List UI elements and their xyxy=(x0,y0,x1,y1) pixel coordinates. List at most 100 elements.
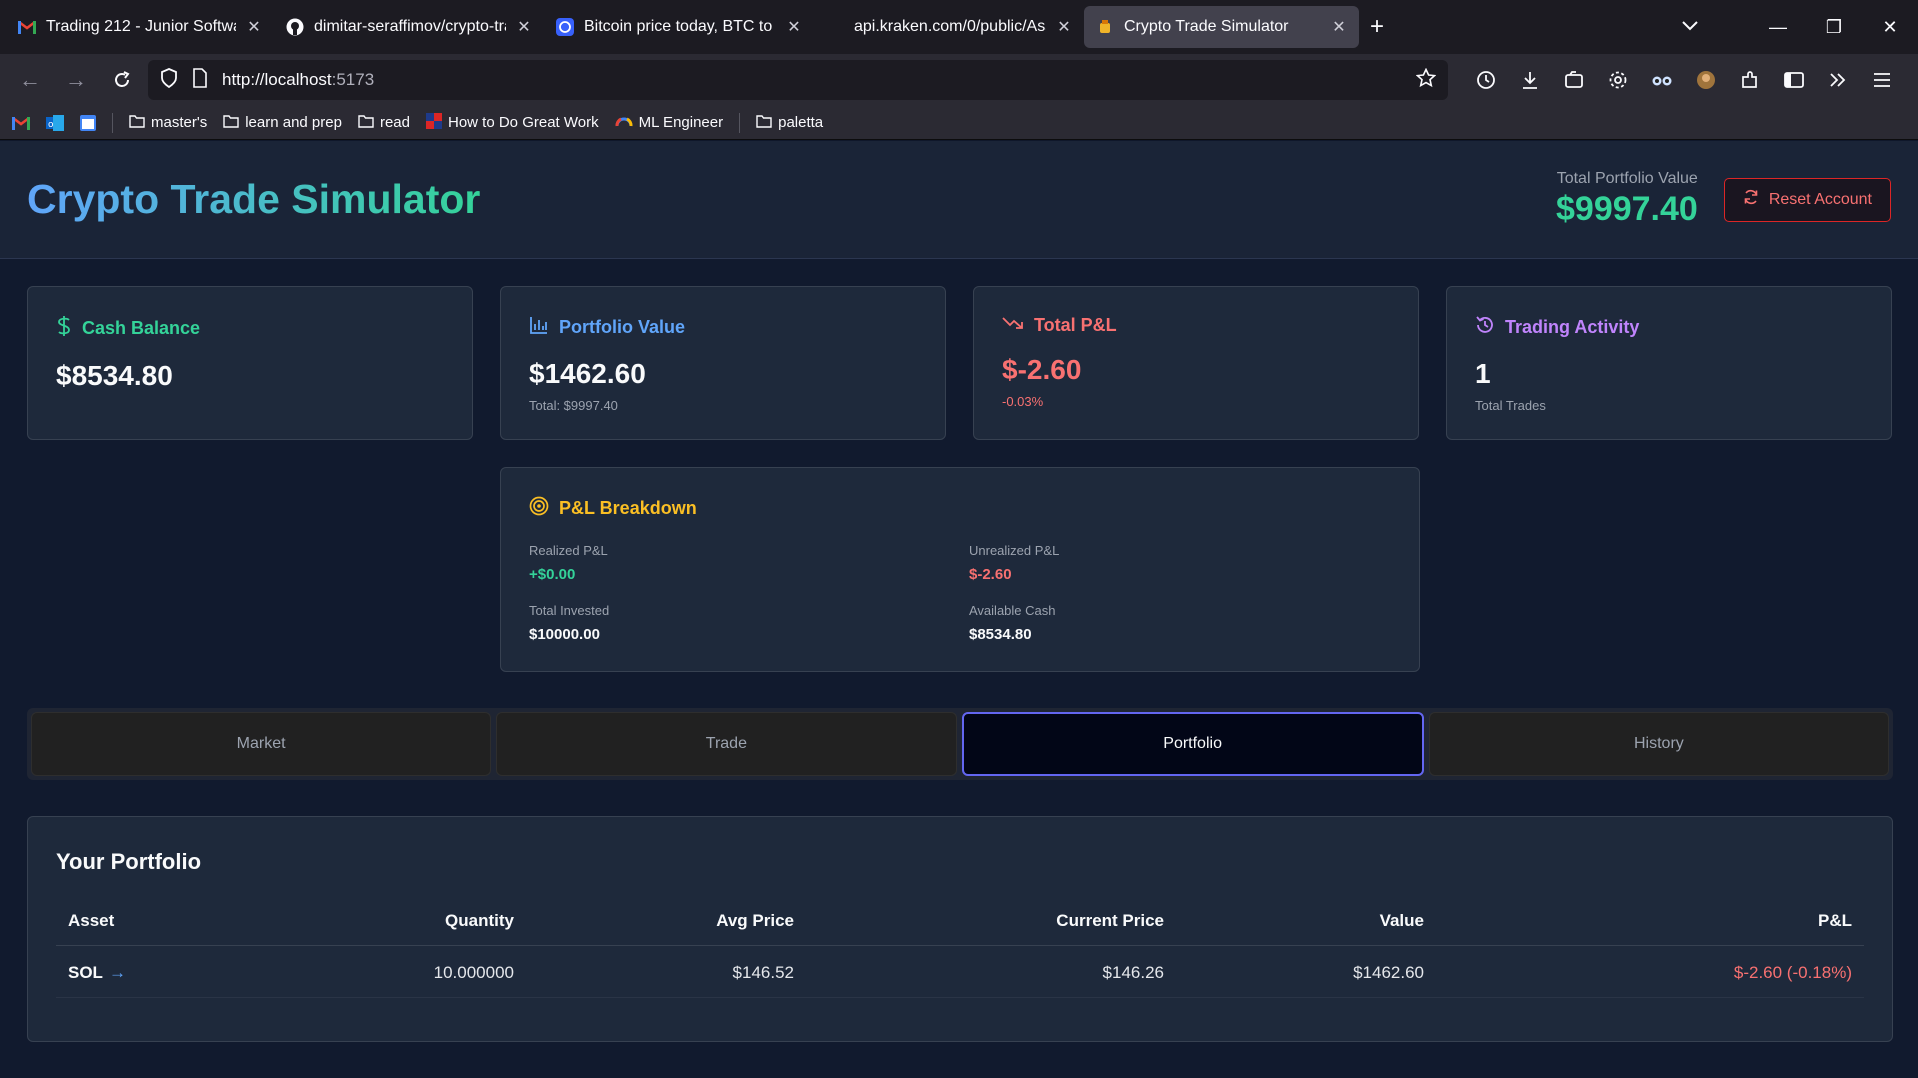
close-icon[interactable]: ✕ xyxy=(516,17,532,37)
bookmark-separator xyxy=(739,112,741,133)
outlook-bookmark-icon[interactable]: o xyxy=(46,114,64,131)
screenshot-icon[interactable] xyxy=(1556,62,1592,98)
gmail-bookmark-icon[interactable] xyxy=(12,116,30,130)
unrealized-pnl-label: Unrealized P&L xyxy=(969,543,1060,558)
avatar[interactable] xyxy=(1688,62,1724,98)
asset-symbol: SOL xyxy=(68,963,103,982)
close-window-icon[interactable]: ✕ xyxy=(1862,17,1918,38)
url-text[interactable]: http://localhost:5173 xyxy=(222,70,1402,90)
folder-icon xyxy=(223,114,239,132)
total-portfolio-summary: Total Portfolio Value $9997.40 xyxy=(1556,170,1698,229)
github-icon xyxy=(286,18,304,36)
bookmarks-bar: o master's learn and prep read How to Do… xyxy=(0,106,1918,140)
bookmark-learn-and-prep[interactable]: learn and prep xyxy=(223,114,342,132)
trading-activity-sub: Total Trades xyxy=(1475,398,1546,413)
column-header-asset: Asset xyxy=(56,911,256,946)
bookmark-label: read xyxy=(379,114,410,131)
close-icon[interactable]: ✕ xyxy=(786,17,802,37)
tab-title: api.kraken.com/0/public/AssetP xyxy=(854,18,1046,35)
tab-market[interactable]: Market xyxy=(31,712,492,776)
main-tabs: Market Trade Portfolio History xyxy=(27,708,1893,780)
forward-arrow-icon[interactable]: → xyxy=(56,60,96,100)
total-invested: Total Invested $10000.00 xyxy=(529,603,969,643)
browser-toolbar xyxy=(1468,62,1900,98)
bookmark-how-to-do-great-work[interactable]: How to Do Great Work xyxy=(426,112,599,133)
coinmarketcap-icon xyxy=(556,18,574,36)
total-pnl-card: Total P&L $-2.60 -0.03% xyxy=(973,286,1419,440)
tab-history[interactable]: History xyxy=(1428,712,1889,776)
extension-glasses-icon[interactable] xyxy=(1644,62,1680,98)
reset-account-button[interactable]: Reset Account xyxy=(1723,177,1891,222)
arrow-right-icon: → xyxy=(108,963,126,982)
total-portfolio-value: $9997.40 xyxy=(1556,190,1698,228)
bookmark-label: ML Engineer xyxy=(638,114,724,131)
column-header-quantity: Quantity xyxy=(256,911,526,946)
browser-tab-crypto-trade-simulator[interactable]: Crypto Trade Simulator ✕ xyxy=(1084,6,1359,48)
card-title: Trading Activity xyxy=(1505,317,1640,337)
portfolio-value: $1462.60 xyxy=(529,358,646,389)
card-title: Cash Balance xyxy=(82,318,201,338)
history-icon[interactable] xyxy=(1468,62,1504,98)
tab-trade[interactable]: Trade xyxy=(496,712,957,776)
bookmark-ml-engineer[interactable]: ML Engineer xyxy=(615,114,724,132)
page-icon[interactable] xyxy=(192,67,208,93)
minimize-icon[interactable]: — xyxy=(1750,17,1806,38)
refresh-icon xyxy=(1743,189,1759,210)
pnl-breakdown-card: P&L Breakdown Realized P&L +$0.00 Unreal… xyxy=(500,467,1420,672)
quantity-cell: 10.000000 xyxy=(256,945,526,998)
puzzle-extensions-icon[interactable] xyxy=(1732,62,1768,98)
column-header-pnl: P&L xyxy=(1436,911,1864,946)
url-host: http://localhost xyxy=(222,70,332,89)
card-header: Cash Balance xyxy=(56,315,444,342)
bookmark-paletta[interactable]: paletta xyxy=(756,114,823,132)
sidebar-icon[interactable] xyxy=(1776,62,1812,98)
dollar-icon xyxy=(56,315,72,342)
cash-balance-value: $8534.80 xyxy=(56,360,173,391)
avg-price-cell: $146.52 xyxy=(526,945,806,998)
available-cash-label: Available Cash xyxy=(969,603,1056,618)
overflow-chevrons-icon[interactable] xyxy=(1820,62,1856,98)
bookmark-star-icon[interactable] xyxy=(1415,67,1437,93)
table-row[interactable]: SOL → 10.000000 $146.52 $146.26 $1462.60 … xyxy=(56,945,1864,998)
bookmark-separator xyxy=(112,112,113,133)
shield-icon[interactable] xyxy=(160,67,178,93)
url-bar[interactable]: http://localhost:5173 xyxy=(148,60,1448,100)
download-icon[interactable] xyxy=(1512,62,1548,98)
column-header-value: Value xyxy=(1176,911,1436,946)
total-invested-value: $10000.00 xyxy=(529,626,600,643)
chevron-down-icon[interactable] xyxy=(1682,15,1698,36)
cash-balance-card: Cash Balance $8534.80 xyxy=(27,286,473,440)
tab-title: Bitcoin price today, BTC to USD xyxy=(584,18,776,35)
folder-icon xyxy=(756,114,772,132)
new-tab-button[interactable]: + xyxy=(1359,9,1395,45)
browser-tab-coinmarketcap[interactable]: Bitcoin price today, BTC to USD ✕ xyxy=(544,6,814,48)
target-icon xyxy=(529,496,549,521)
bookmark-masters[interactable]: master's xyxy=(129,114,207,132)
hamburger-menu-icon[interactable] xyxy=(1864,62,1900,98)
gear-icon[interactable] xyxy=(1600,62,1636,98)
portfolio-title: Your Portfolio xyxy=(56,849,202,874)
window-controls: — ❐ ✕ xyxy=(1750,0,1918,54)
bookmark-read[interactable]: read xyxy=(358,114,410,132)
close-icon[interactable]: ✕ xyxy=(1056,17,1072,37)
folder-icon xyxy=(358,114,374,132)
available-cash-value: $8534.80 xyxy=(969,626,1032,643)
total-portfolio-label: Total Portfolio Value xyxy=(1556,170,1698,187)
table-header-row: Asset Quantity Avg Price Current Price V… xyxy=(56,911,1864,946)
tab-title: Trading 212 - Junior Software E xyxy=(46,18,236,35)
close-icon[interactable]: ✕ xyxy=(1331,17,1347,37)
tab-portfolio[interactable]: Portfolio xyxy=(961,712,1424,776)
history-icon xyxy=(1475,315,1495,340)
restore-icon[interactable]: ❐ xyxy=(1806,17,1862,38)
calendar-bookmark-icon[interactable] xyxy=(80,114,96,131)
back-arrow-icon[interactable]: ← xyxy=(10,60,50,100)
reload-icon[interactable] xyxy=(102,60,142,100)
browser-tab-trading212[interactable]: Trading 212 - Junior Software E ✕ xyxy=(6,6,274,48)
card-header: Portfolio Value xyxy=(529,315,917,340)
close-icon[interactable]: ✕ xyxy=(246,17,262,37)
browser-tab-kraken[interactable]: api.kraken.com/0/public/AssetP ✕ xyxy=(814,6,1084,48)
svg-text:o: o xyxy=(48,120,54,130)
asset-link[interactable]: SOL → xyxy=(68,963,126,982)
portfolio-panel: Your Portfolio Asset Quantity Avg Price … xyxy=(27,816,1893,1042)
browser-tab-github[interactable]: dimitar-seraffimov/crypto-tradin ✕ xyxy=(274,6,544,48)
